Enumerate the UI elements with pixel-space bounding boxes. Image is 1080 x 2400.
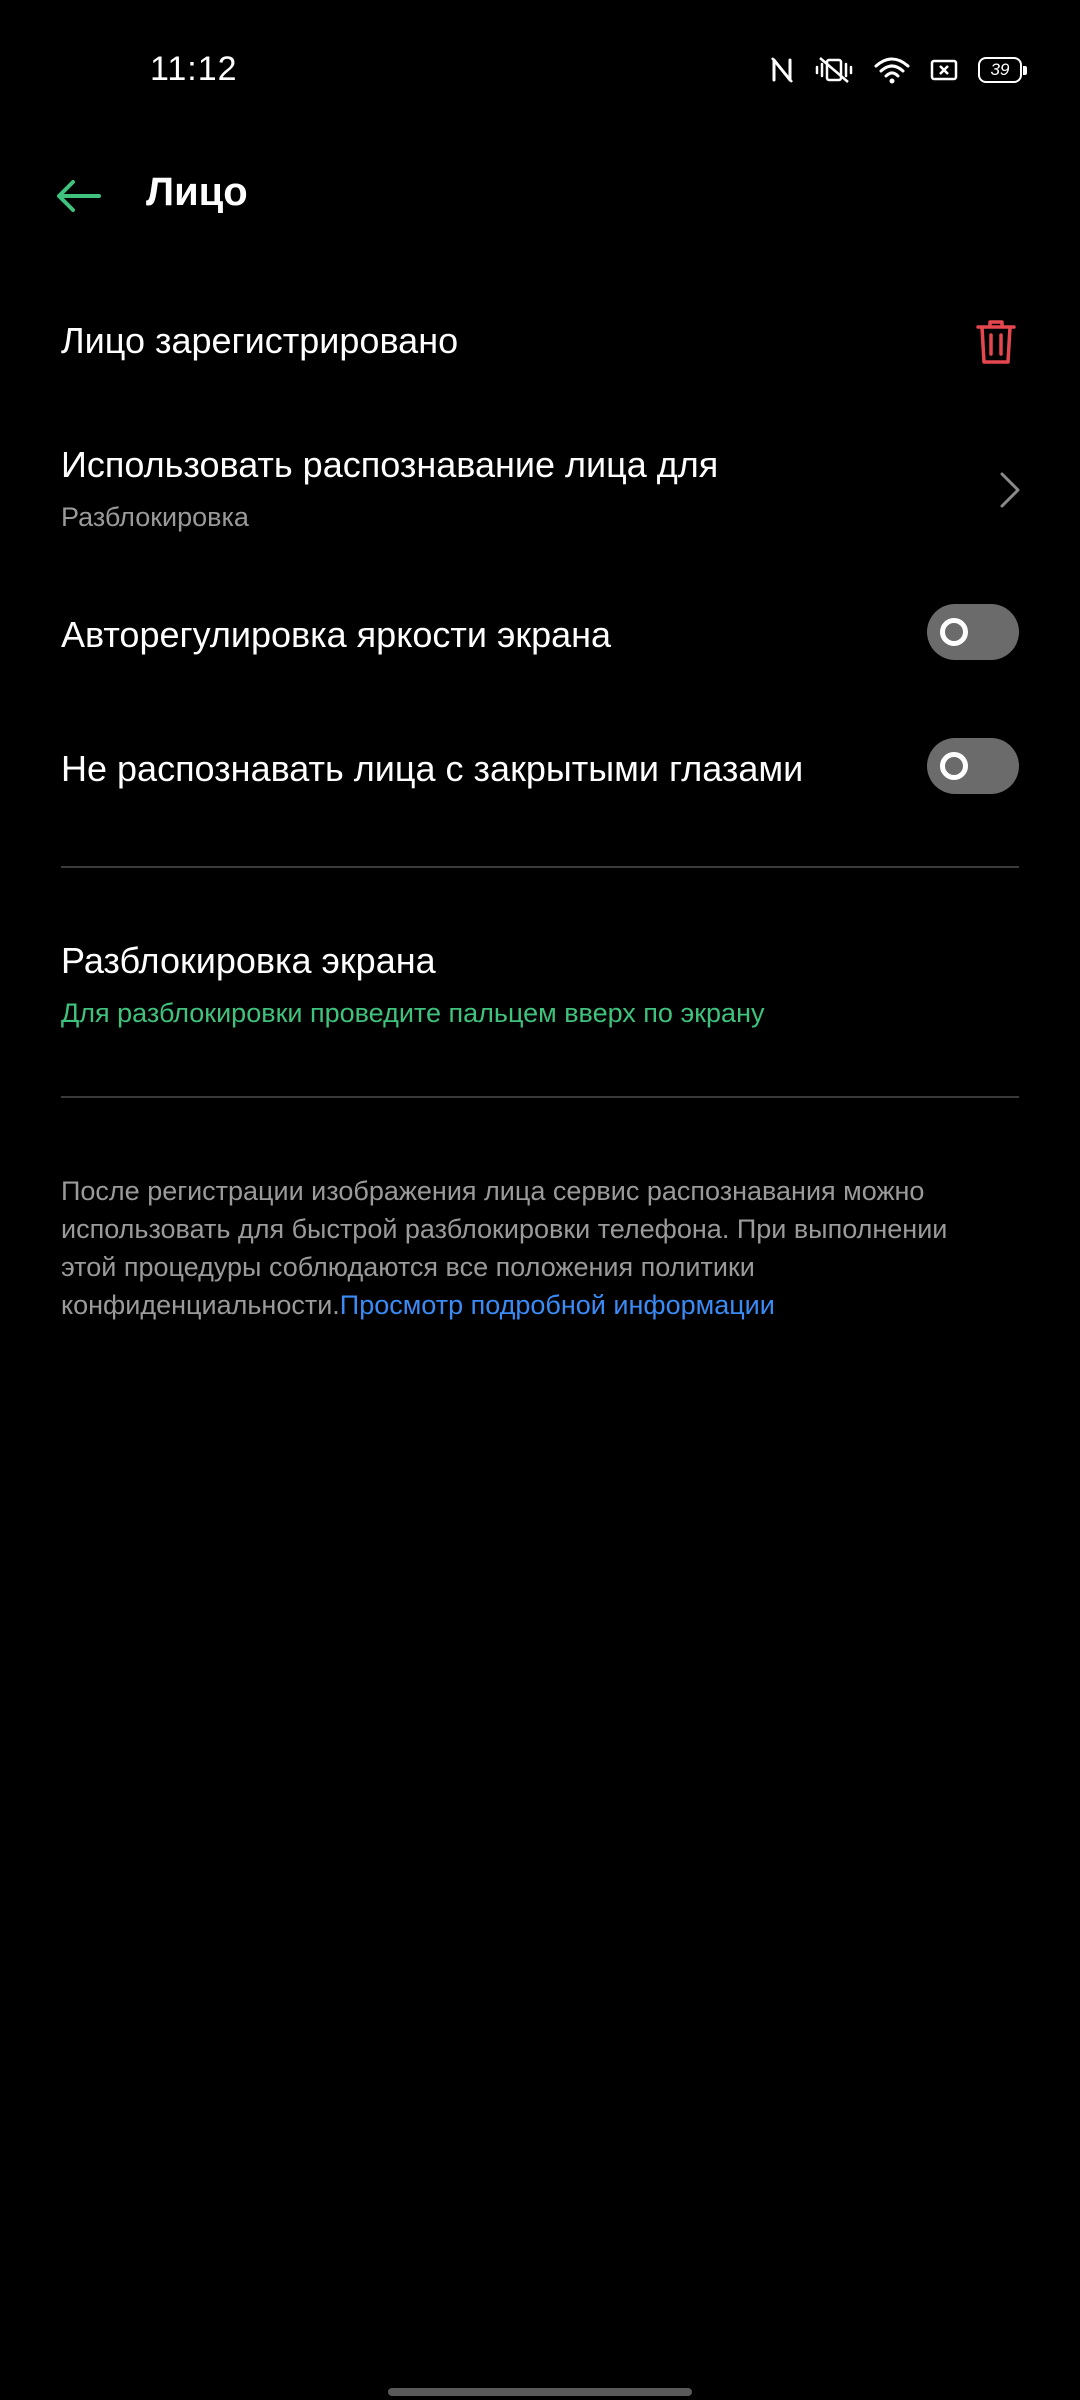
chevron-right-icon	[998, 470, 1022, 510]
screen-unlock-value: Для разблокировки проведите пальцем ввер…	[61, 998, 765, 1028]
use-face-recognition-value: Разблокировка	[61, 502, 249, 532]
face-registered-row: Лицо зарегистрировано	[0, 296, 1080, 392]
use-face-recognition-row[interactable]: Использовать распознавание лица для Разб…	[0, 430, 1080, 550]
more-info-link[interactable]: Просмотр подробной информации	[340, 1290, 775, 1320]
face-registered-label: Лицо зарегистрировано	[61, 320, 459, 361]
divider	[61, 866, 1019, 868]
back-button[interactable]	[50, 168, 106, 224]
closed-eyes-row: Не распознавать лица с закрытыми глазами	[0, 722, 1080, 812]
battery-icon: 39	[978, 57, 1027, 83]
wifi-icon	[874, 56, 910, 84]
vibrate-icon	[814, 56, 854, 84]
status-time: 11:12	[150, 50, 238, 88]
screen-unlock-row[interactable]: Разблокировка экрана Для разблокировки п…	[0, 920, 1080, 1040]
app-bar: Лицо	[0, 160, 1080, 232]
status-icons: 39	[770, 50, 1027, 90]
back-arrow-icon	[57, 180, 101, 212]
divider	[61, 1096, 1019, 1098]
closed-eyes-toggle[interactable]	[927, 738, 1019, 794]
toggle-knob	[940, 752, 968, 780]
toggle-knob	[940, 618, 968, 646]
screen-unlock-label: Разблокировка экрана	[61, 940, 436, 981]
auto-brightness-label: Авторегулировка яркости экрана	[61, 614, 612, 655]
auto-brightness-toggle[interactable]	[927, 604, 1019, 660]
auto-brightness-row: Авторегулировка яркости экрана	[0, 590, 1080, 680]
screen-cast-icon	[930, 58, 958, 82]
use-face-recognition-label: Использовать распознавание лица для	[61, 444, 719, 485]
closed-eyes-label: Не распознавать лица с закрытыми глазами	[61, 748, 804, 789]
home-indicator[interactable]	[388, 2388, 692, 2396]
page-title: Лицо	[146, 170, 248, 214]
nfc-icon	[770, 56, 794, 84]
face-settings-screen: 11:12 39 Лицо Лицо зарегистрировано Испо…	[0, 0, 1080, 2400]
face-recognition-description: После регистрации изображения лица серви…	[61, 1172, 1001, 1324]
trash-icon[interactable]	[974, 318, 1018, 366]
status-bar: 11:12 39	[0, 0, 1080, 140]
